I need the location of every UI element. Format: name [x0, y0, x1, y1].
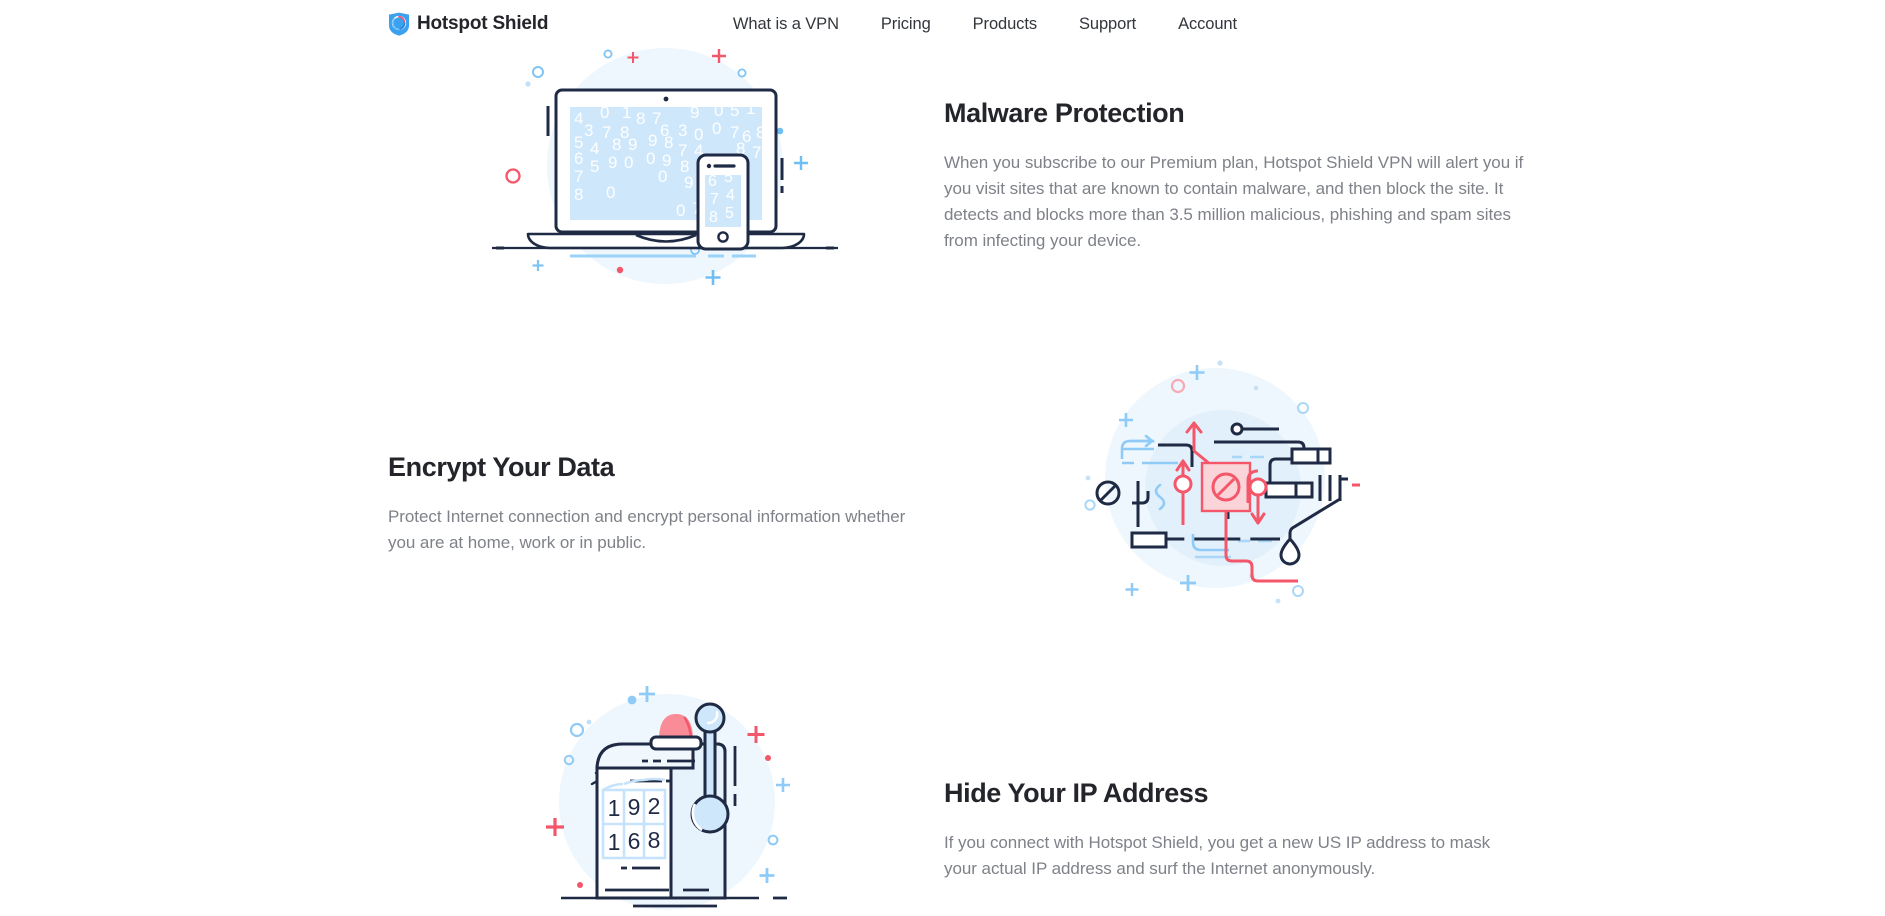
svg-text:0: 0	[606, 183, 615, 202]
reel-digit-bottom-3: 8	[648, 827, 661, 853]
svg-text:5: 5	[730, 101, 739, 120]
nav-item-what-is-a-vpn[interactable]: What is a VPN	[733, 15, 839, 34]
svg-text:6: 6	[574, 149, 583, 168]
svg-text:3: 3	[678, 121, 687, 140]
svg-text:7: 7	[574, 167, 583, 186]
reel-digit-top-3: 2	[648, 793, 661, 819]
nav-item-pricing[interactable]: Pricing	[881, 15, 931, 34]
svg-text:9: 9	[684, 173, 693, 192]
feature-hide-your-ip-address: Hide Your IP Address If you connect with…	[944, 778, 1504, 882]
circuit-board-blocked-illustration	[1070, 345, 1360, 615]
svg-text:7: 7	[602, 123, 611, 142]
svg-text:8: 8	[612, 135, 621, 154]
svg-text:5: 5	[725, 205, 734, 222]
svg-text:4: 4	[590, 139, 599, 158]
reel-digit-top-1: 1	[608, 795, 621, 821]
feature-title-encrypt: Encrypt Your Data	[388, 452, 615, 482]
svg-text:8: 8	[709, 209, 718, 226]
svg-text:3: 3	[584, 121, 593, 140]
nav-item-support[interactable]: Support	[1079, 15, 1136, 34]
svg-text:9: 9	[690, 103, 699, 122]
svg-text:9: 9	[628, 135, 637, 154]
svg-text:6: 6	[708, 173, 717, 190]
svg-text:0: 0	[658, 167, 667, 186]
brand-logo-link[interactable]: Hotspot Shield	[388, 12, 548, 36]
feature-title-malware: Malware Protection	[944, 98, 1185, 128]
svg-text:0: 0	[600, 103, 609, 122]
nav-item-products[interactable]: Products	[973, 15, 1037, 34]
svg-text:0: 0	[646, 149, 655, 168]
svg-text:4: 4	[574, 109, 583, 128]
feature-body-hideip: If you connect with Hotspot Shield, you …	[944, 833, 1491, 878]
svg-text:9: 9	[764, 139, 773, 158]
svg-text:8: 8	[636, 109, 645, 128]
svg-text:0: 0	[676, 201, 685, 220]
svg-text:4: 4	[726, 187, 735, 204]
svg-text:0: 0	[714, 101, 723, 120]
feature-encrypt-your-data: Encrypt Your Data Protect Internet conne…	[388, 452, 908, 556]
brand-name: Hotspot Shield	[417, 13, 549, 34]
svg-text:5: 5	[724, 169, 733, 186]
feature-malware-protection: Malware Protection When you subscribe to…	[944, 98, 1524, 254]
reel-digit-bottom-2: 6	[628, 828, 641, 854]
laptop-phone-numbers-illustration: 401 879 051 378 630 076 8 548 998 748 79…	[490, 38, 840, 308]
svg-text:5: 5	[590, 157, 599, 176]
svg-text:8: 8	[574, 185, 583, 204]
svg-text:8: 8	[664, 133, 673, 152]
main-navigation: What is a VPN Pricing Products Support A…	[733, 15, 1237, 34]
svg-text:7: 7	[710, 191, 719, 208]
svg-text:0: 0	[712, 119, 721, 138]
svg-text:1: 1	[746, 99, 755, 118]
slot-machine-ip-illustration: 1 9 2 1 6 8	[545, 678, 795, 916]
svg-text:7: 7	[752, 143, 761, 162]
feature-body-encrypt: Protect Internet connection and encrypt …	[388, 507, 906, 552]
feature-body-malware: When you subscribe to our Premium plan, …	[944, 153, 1524, 250]
svg-text:9: 9	[608, 153, 617, 172]
reel-digit-top-2: 9	[628, 794, 641, 820]
feature-title-hideip: Hide Your IP Address	[944, 778, 1209, 808]
reel-digit-bottom-1: 1	[608, 829, 621, 855]
site-header: Hotspot Shield What is a VPN Pricing Pro…	[0, 0, 1885, 58]
svg-text:9: 9	[648, 131, 657, 150]
hotspot-shield-logo-icon	[388, 12, 410, 36]
svg-text:1: 1	[622, 103, 631, 122]
svg-text:0: 0	[624, 153, 633, 172]
nav-item-account[interactable]: Account	[1178, 15, 1237, 34]
